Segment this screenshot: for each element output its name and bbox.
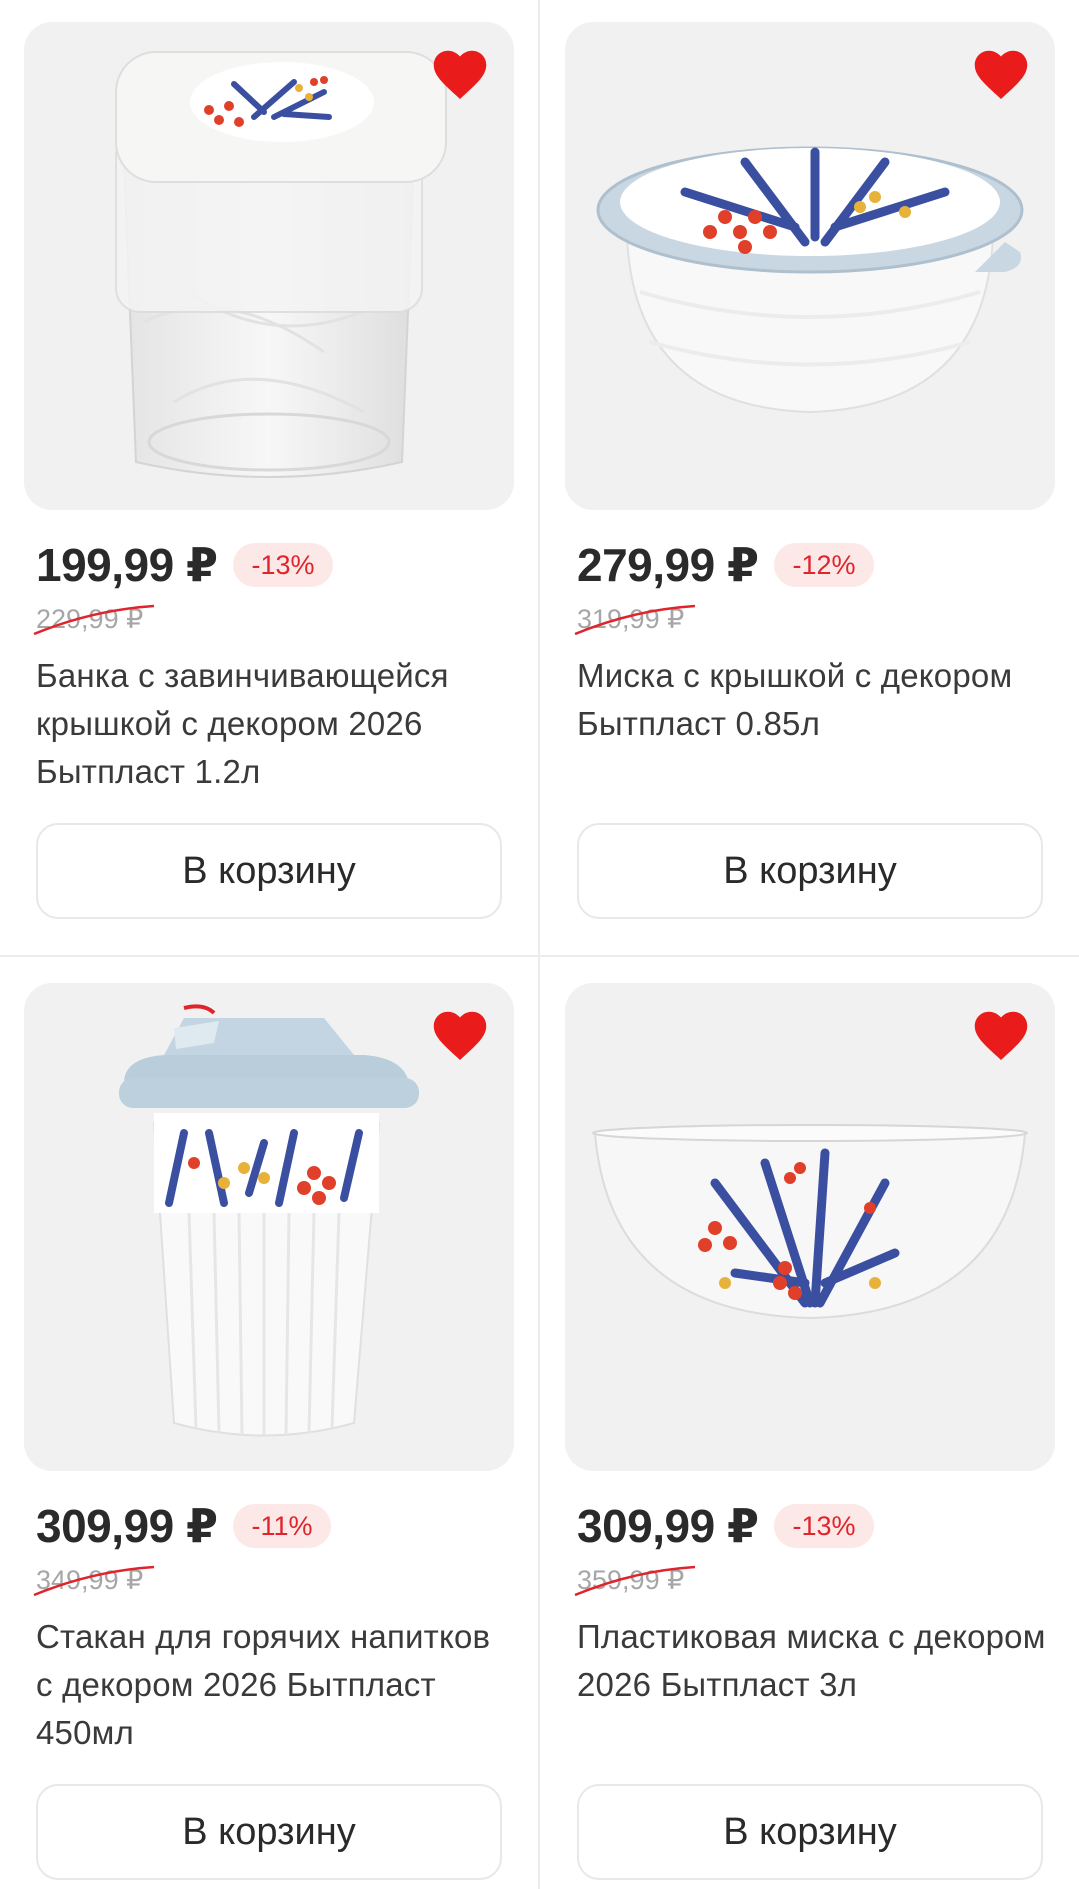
current-price: 309,99 ₽ (36, 1500, 218, 1552)
add-to-cart-button[interactable]: В корзину (36, 823, 502, 919)
discount-badge: -13% (774, 1504, 874, 1548)
price-row: 309,99 ₽ -13% (577, 1500, 874, 1552)
product-image[interactable] (24, 983, 514, 1471)
discount-badge: -13% (233, 543, 333, 587)
current-price: 279,99 ₽ (577, 539, 759, 591)
product-card[interactable]: 309,99 ₽ -11% 349,99 ₽ Стакан для горячи… (0, 961, 514, 1889)
current-price: 199,99 ₽ (36, 539, 218, 591)
favorite-heart-icon[interactable] (430, 1007, 490, 1063)
old-price: 349,99 ₽ (33, 1565, 155, 1597)
product-card[interactable]: 279,99 ₽ -12% 319,99 ₽ Миска с крышкой с… (541, 0, 1055, 940)
add-to-cart-button[interactable]: В корзину (577, 1784, 1043, 1880)
current-price: 309,99 ₽ (577, 1500, 759, 1552)
product-title[interactable]: Стакан для горячих напитков с декором 20… (36, 1613, 506, 1757)
price-row: 199,99 ₽ -13% (36, 539, 333, 591)
add-to-cart-button[interactable]: В корзину (36, 1784, 502, 1880)
favorite-heart-icon[interactable] (971, 1007, 1031, 1063)
old-price-value: 229,99 ₽ (36, 604, 144, 634)
product-title[interactable]: Пластиковая миска с декором 2026 Бытплас… (577, 1613, 1047, 1709)
product-title[interactable]: Банка с завинчивающейся крышкой с декоро… (36, 652, 506, 796)
discount-badge: -12% (774, 543, 874, 587)
add-to-cart-button[interactable]: В корзину (577, 823, 1043, 919)
old-price-value: 319,99 ₽ (577, 604, 685, 634)
price-row: 279,99 ₽ -12% (577, 539, 874, 591)
product-card[interactable]: 309,99 ₽ -13% 359,99 ₽ Пластиковая миска… (541, 961, 1055, 1889)
old-price: 319,99 ₽ (574, 604, 696, 636)
favorite-heart-icon[interactable] (430, 46, 490, 102)
product-card[interactable]: 199,99 ₽ -13% 229,99 ₽ Банка с завинчива… (0, 0, 514, 940)
price-row: 309,99 ₽ -11% (36, 1500, 331, 1552)
product-title[interactable]: Миска с крышкой с декором Бытпласт 0.85л (577, 652, 1047, 748)
old-price-value: 349,99 ₽ (36, 1565, 144, 1595)
favorite-heart-icon[interactable] (971, 46, 1031, 102)
old-price: 229,99 ₽ (33, 604, 155, 636)
row-divider (0, 955, 1079, 957)
column-divider (538, 0, 540, 1889)
old-price: 359,99 ₽ (574, 1565, 696, 1597)
product-image[interactable] (565, 22, 1055, 510)
product-grid: 199,99 ₽ -13% 229,99 ₽ Банка с завинчива… (0, 0, 1079, 1889)
product-image[interactable] (24, 22, 514, 510)
product-image[interactable] (565, 983, 1055, 1471)
old-price-value: 359,99 ₽ (577, 1565, 685, 1595)
discount-badge: -11% (233, 1504, 331, 1548)
